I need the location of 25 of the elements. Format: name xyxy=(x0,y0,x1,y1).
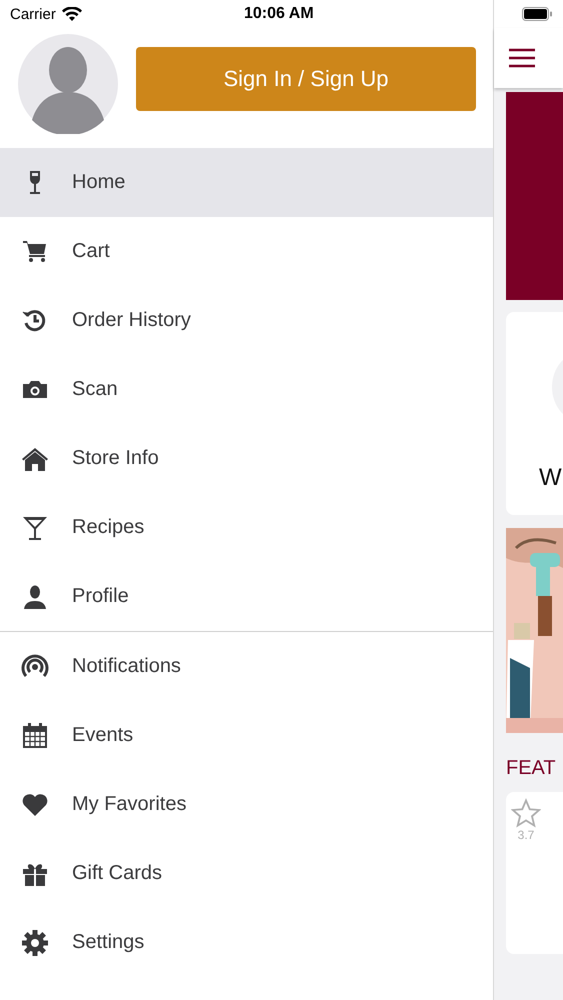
battery-icon xyxy=(522,7,552,21)
carrier-name: Carrier xyxy=(10,6,56,22)
menu-item[interactable]: Gift Cards xyxy=(0,839,493,908)
settings-icon xyxy=(21,928,49,956)
menu-item[interactable]: Recipes xyxy=(0,493,493,562)
menu-item[interactable]: Scan xyxy=(0,355,493,424)
rating-value: 3.7 xyxy=(518,828,534,842)
avatar-icon xyxy=(18,34,118,134)
menu-item[interactable]: Notifications xyxy=(0,632,493,701)
star-icon xyxy=(511,798,541,828)
calendar-icon xyxy=(21,722,49,750)
menu-item[interactable]: Store Info xyxy=(0,424,493,493)
menu-item[interactable]: Home xyxy=(0,148,493,217)
card-title: W xyxy=(539,464,562,492)
menu-item[interactable]: Settings xyxy=(0,908,493,977)
status-time: 10:06 AM xyxy=(244,5,314,23)
menu-item[interactable]: Events xyxy=(0,701,493,770)
menu-item[interactable]: Profile xyxy=(0,562,493,631)
wifi-icon xyxy=(62,7,82,21)
menu-icon[interactable] xyxy=(509,48,535,68)
menu-item[interactable]: Order History xyxy=(0,286,493,355)
menu-item[interactable]: My Favorites xyxy=(0,770,493,839)
section-title: FEAT xyxy=(506,757,557,780)
menu-item[interactable]: Cart xyxy=(0,217,493,286)
person-icon xyxy=(21,582,49,610)
